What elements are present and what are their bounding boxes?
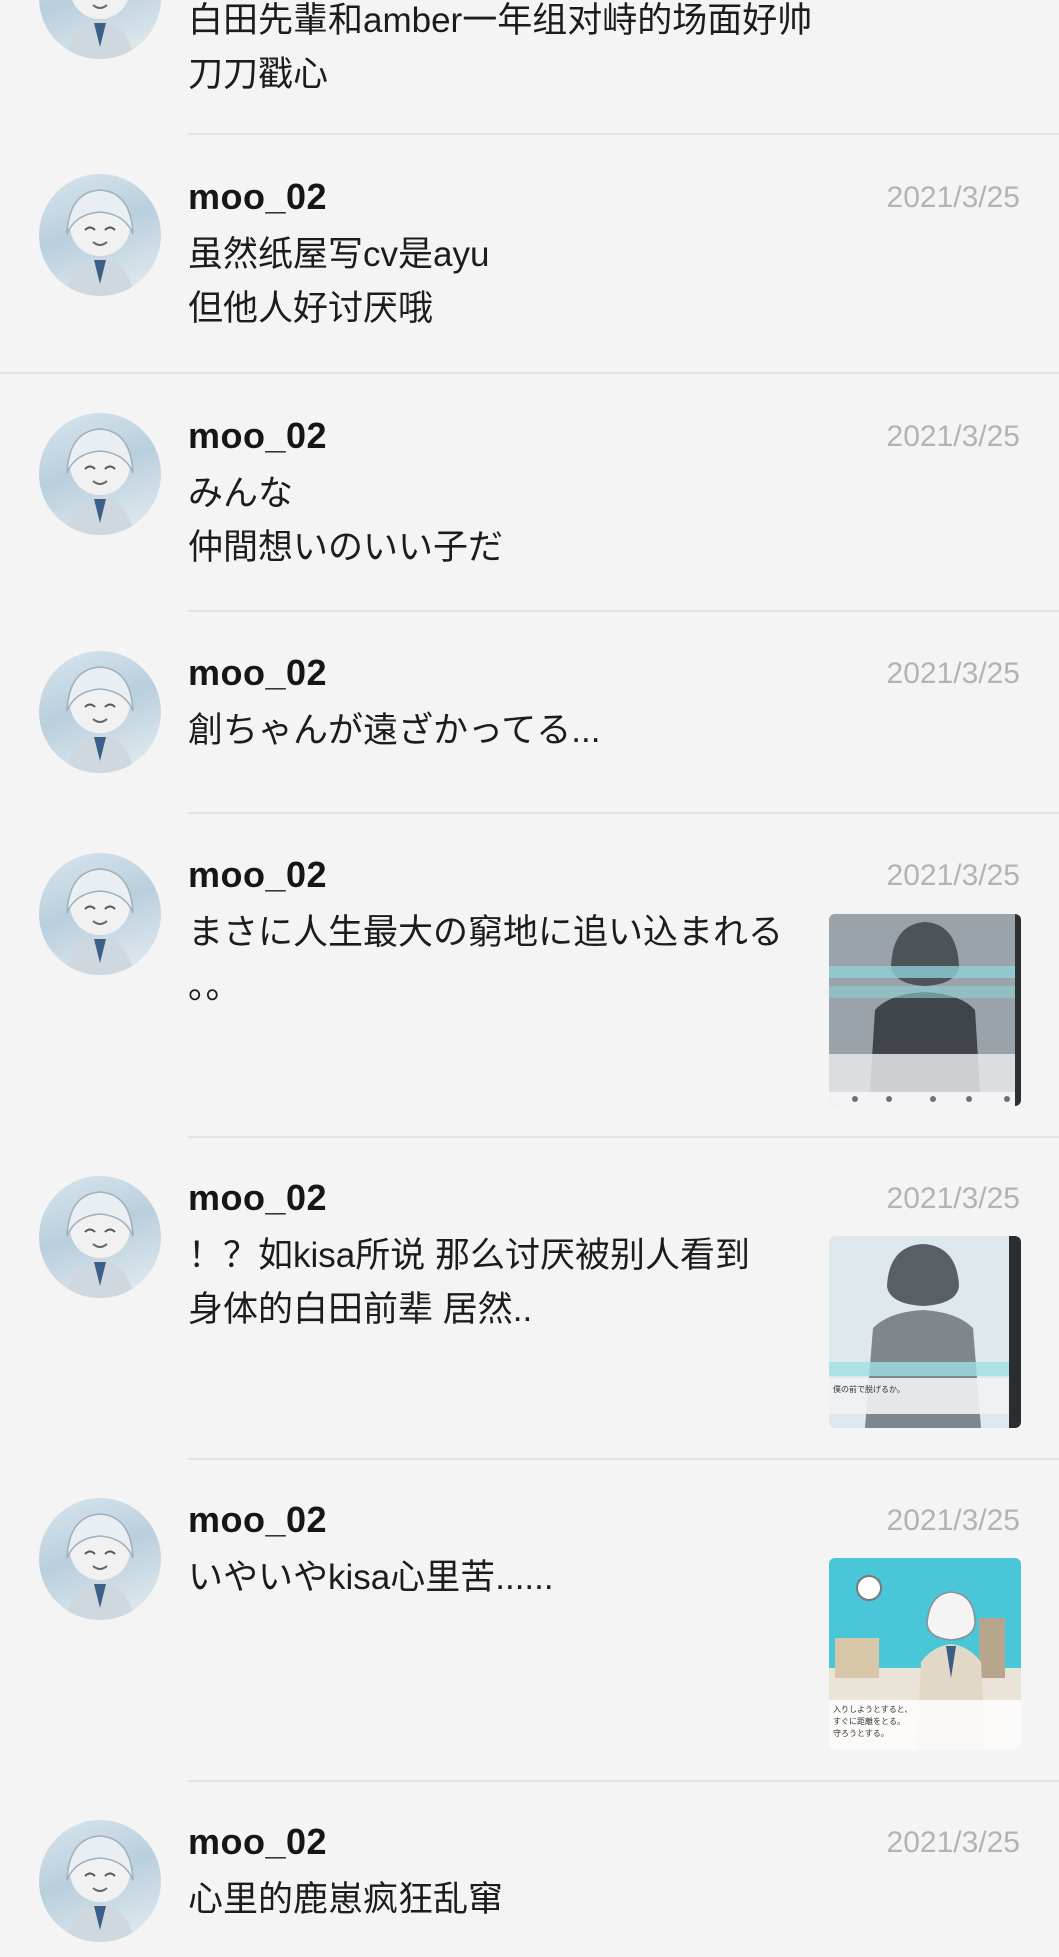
comment-text: 虽然纸屋写cv是ayu 但他人好讨厌哦 bbox=[188, 235, 490, 328]
timestamp: 2021/3/25 bbox=[886, 420, 1020, 453]
divider bbox=[188, 133, 1059, 135]
attached-image[interactable]: 僕の前で脱げるか。 bbox=[829, 1236, 1021, 1428]
attached-image[interactable] bbox=[829, 914, 1021, 1106]
timestamp: 2021/3/25 bbox=[886, 1826, 1020, 1859]
divider bbox=[188, 1458, 1059, 1460]
avatar[interactable] bbox=[39, 651, 161, 773]
comment-text: いやいやkisa心里苦...... bbox=[188, 1558, 554, 1597]
divider bbox=[188, 610, 1059, 612]
timestamp: 2021/3/25 bbox=[886, 1182, 1020, 1215]
username[interactable]: moo_02 bbox=[188, 1177, 327, 1219]
username[interactable]: moo_02 bbox=[188, 176, 327, 218]
avatar[interactable] bbox=[39, 853, 161, 975]
comment-text: みんな 仲間想いのいい子だ bbox=[188, 474, 504, 567]
username[interactable]: moo_02 bbox=[188, 652, 327, 694]
comment-text: 心里的鹿崽疯狂乱窜 bbox=[188, 1880, 504, 1919]
username[interactable]: moo_02 bbox=[188, 1499, 327, 1541]
avatar[interactable] bbox=[39, 1176, 161, 1298]
divider bbox=[188, 812, 1059, 814]
timestamp: 2021/3/25 bbox=[886, 657, 1020, 690]
comment-text: まさに人生最大の窮地に追い込まれる 。。 bbox=[188, 913, 784, 1006]
timestamp: 2021/3/25 bbox=[886, 181, 1020, 214]
comment-text: 創ちゃんが遠ざかってる... bbox=[188, 711, 601, 750]
comment-text: 白田先輩和amber一年组对峙的场面好帅 刀刀戳心 bbox=[188, 1, 813, 94]
username[interactable]: moo_02 bbox=[188, 854, 327, 896]
image-caption: 僕の前で脱げるか。 bbox=[833, 1384, 905, 1394]
avatar[interactable] bbox=[39, 413, 161, 535]
attached-image[interactable]: 入りしようとすると、 すぐに距離をとる。 守ろうとする。 bbox=[829, 1558, 1021, 1750]
username[interactable]: moo_02 bbox=[188, 1821, 327, 1863]
avatar[interactable] bbox=[39, 174, 161, 296]
divider bbox=[0, 372, 1059, 374]
timestamp: 2021/3/25 bbox=[886, 859, 1020, 892]
image-caption-3: 守ろうとする。 bbox=[833, 1728, 889, 1738]
divider bbox=[188, 1780, 1059, 1782]
divider bbox=[188, 1136, 1059, 1138]
username[interactable]: moo_02 bbox=[188, 415, 327, 457]
image-caption-2: すぐに距離をとる。 bbox=[833, 1716, 905, 1726]
comment-text: ！？如kisa所说 那么讨厌被别人看到 身体的白田前辈 居然.. bbox=[188, 1236, 750, 1329]
avatar[interactable] bbox=[39, 0, 161, 59]
timestamp: 2021/3/25 bbox=[886, 1504, 1020, 1537]
avatar[interactable] bbox=[39, 1498, 161, 1620]
avatar[interactable] bbox=[39, 1820, 161, 1942]
image-caption-1: 入りしようとすると、 bbox=[833, 1705, 912, 1714]
